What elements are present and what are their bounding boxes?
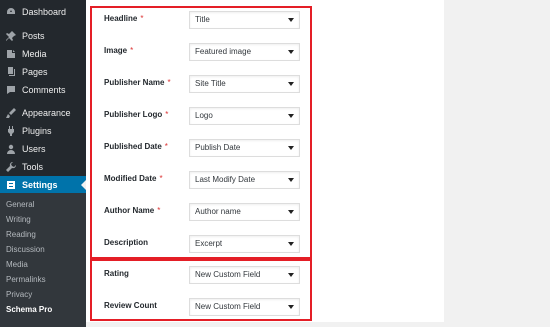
required-marker: * — [165, 110, 169, 119]
pin-icon — [6, 31, 16, 41]
chevron-down-icon — [288, 178, 294, 182]
sidebar-item-plugins[interactable]: Plugins — [0, 122, 86, 140]
dashboard-icon — [6, 7, 16, 17]
sidebar-item-label: Dashboard — [22, 7, 67, 17]
required-marker: * — [140, 14, 144, 23]
field-label-review-count: Review Count — [104, 297, 157, 315]
select-value: Title — [195, 15, 210, 24]
chevron-down-icon — [288, 242, 294, 246]
label-text: Publisher Name — [104, 78, 165, 87]
label-text: Description — [104, 238, 149, 247]
field-label-publisher-logo: Publisher Logo * — [104, 106, 168, 124]
field-label-image: Image * — [104, 42, 133, 60]
sidebar-item-label: Tools — [22, 162, 44, 172]
comments-icon — [6, 85, 16, 95]
publisher-name-select[interactable]: Site Title — [189, 75, 300, 93]
required-marker: * — [164, 142, 168, 151]
field-label-published-date: Published Date * — [104, 138, 168, 156]
label-text: Headline — [104, 14, 138, 23]
user-icon — [6, 144, 16, 154]
chevron-down-icon — [288, 146, 294, 150]
select-value: New Custom Field — [195, 270, 261, 279]
required-marker: * — [157, 206, 161, 215]
label-text: Publisher Logo — [104, 110, 163, 119]
submenu-item-schema-pro[interactable]: Schema Pro — [6, 305, 52, 314]
sidebar-item-label: Comments — [22, 85, 66, 95]
select-value: Featured image — [195, 47, 252, 56]
wrench-icon — [6, 162, 16, 172]
chevron-down-icon — [288, 18, 294, 22]
pages-icon — [6, 67, 16, 77]
sidebar-item-settings[interactable]: Settings — [0, 176, 86, 194]
required-marker: * — [167, 78, 171, 87]
sidebar-item-label: Users — [22, 144, 46, 154]
label-text: Rating — [104, 269, 129, 278]
select-value: Publish Date — [195, 143, 241, 152]
select-value: Site Title — [195, 79, 226, 88]
submenu-item-discussion[interactable]: Discussion — [6, 245, 45, 254]
published-date-select[interactable]: Publish Date — [189, 139, 300, 157]
select-value: Logo — [195, 111, 213, 120]
field-label-author-name: Author Name * — [104, 202, 160, 220]
chevron-down-icon — [288, 114, 294, 118]
chevron-down-icon — [288, 305, 294, 309]
label-text: Author Name — [104, 206, 155, 215]
submenu-item-privacy[interactable]: Privacy — [6, 290, 32, 299]
required-marker: * — [159, 174, 163, 183]
media-icon — [6, 49, 16, 59]
image-select[interactable]: Featured image — [189, 43, 300, 61]
chevron-down-icon — [288, 50, 294, 54]
sidebar-item-posts[interactable]: Posts — [0, 27, 86, 45]
publisher-logo-select[interactable]: Logo — [189, 107, 300, 125]
label-text: Review Count — [104, 301, 157, 310]
sidebar-item-appearance[interactable]: Appearance — [0, 104, 86, 122]
review-count-select[interactable]: New Custom Field — [189, 298, 300, 316]
submenu-item-media[interactable]: Media — [6, 260, 28, 269]
submenu-item-permalinks[interactable]: Permalinks — [6, 275, 46, 284]
label-text: Image — [104, 46, 128, 55]
settings-submenu: General Writing Reading Discussion Media… — [0, 193, 86, 327]
field-label-rating: Rating — [104, 265, 129, 283]
label-text: Modified Date — [104, 174, 157, 183]
modified-date-select[interactable]: Last Modify Date — [189, 171, 300, 189]
chevron-down-icon — [288, 210, 294, 214]
submenu-item-general[interactable]: General — [6, 200, 34, 209]
description-select[interactable]: Excerpt — [189, 235, 300, 253]
settings-icon — [6, 180, 16, 190]
brush-icon — [6, 108, 16, 118]
sidebar-item-tools[interactable]: Tools — [0, 158, 86, 176]
select-value: Last Modify Date — [195, 175, 256, 184]
sidebar-item-pages[interactable]: Pages — [0, 63, 86, 81]
chevron-down-icon — [288, 82, 294, 86]
sidebar-item-media[interactable]: Media — [0, 45, 86, 63]
field-label-headline: Headline * — [104, 10, 143, 28]
plugin-icon — [6, 126, 16, 136]
admin-sidebar: Dashboard Posts Media Pages Comments App… — [0, 0, 86, 327]
select-value: New Custom Field — [195, 302, 261, 311]
sidebar-item-comments[interactable]: Comments — [0, 81, 86, 99]
sidebar-item-label: Posts — [22, 31, 45, 41]
rating-select[interactable]: New Custom Field — [189, 266, 300, 284]
label-text: Published Date — [104, 142, 162, 151]
sidebar-item-label: Appearance — [22, 108, 71, 118]
submenu-item-reading[interactable]: Reading — [6, 230, 36, 239]
field-label-publisher-name: Publisher Name * — [104, 74, 171, 92]
sidebar-item-label: Settings — [22, 180, 58, 190]
headline-select[interactable]: Title — [189, 11, 300, 29]
sidebar-item-label: Media — [22, 49, 47, 59]
sidebar-item-users[interactable]: Users — [0, 140, 86, 158]
field-label-description: Description — [104, 234, 148, 252]
field-label-modified-date: Modified Date * — [104, 170, 163, 188]
select-value: Excerpt — [195, 239, 223, 248]
required-marker: * — [130, 46, 134, 55]
sidebar-item-dashboard[interactable]: Dashboard — [0, 3, 86, 21]
author-name-select[interactable]: Author name — [189, 203, 300, 221]
sidebar-item-label: Plugins — [22, 126, 52, 136]
sidebar-item-label: Pages — [22, 67, 48, 77]
chevron-down-icon — [288, 273, 294, 277]
submenu-item-writing[interactable]: Writing — [6, 215, 31, 224]
select-value: Author name — [195, 207, 241, 216]
